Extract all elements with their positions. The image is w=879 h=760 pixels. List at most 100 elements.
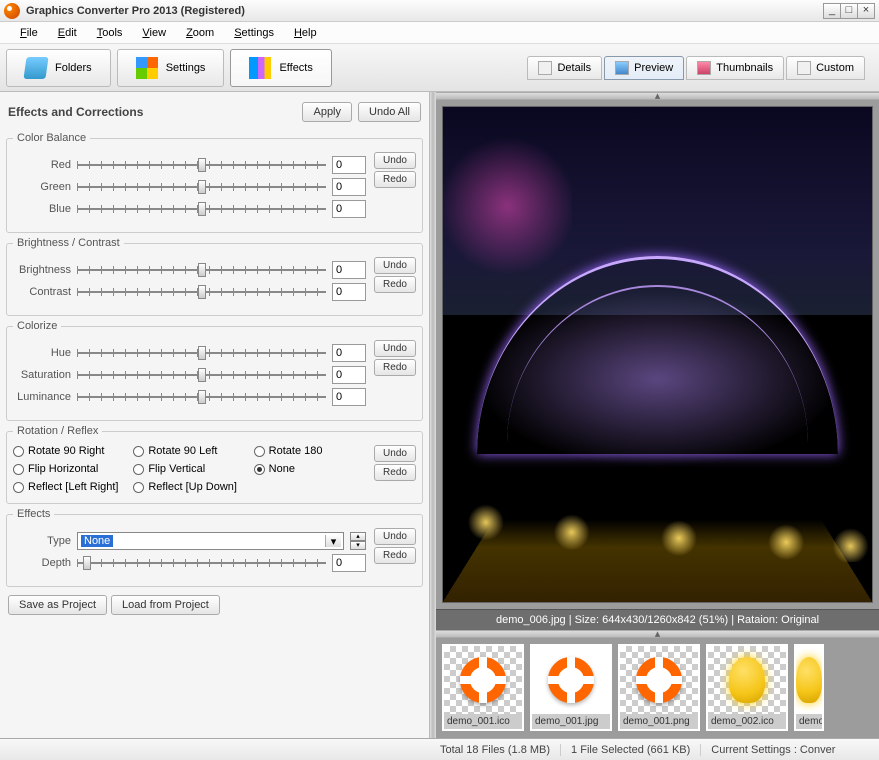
status-selected: 1 File Selected (661 KB) [561,744,701,756]
tab-folders[interactable]: Folders [6,49,111,87]
input-red[interactable] [332,156,366,174]
custom-icon [797,61,811,75]
label-luminance: Luminance [13,391,71,403]
menu-zoom[interactable]: Zoom [176,24,224,42]
settings-icon [136,57,158,79]
menu-help[interactable]: Help [284,24,327,42]
details-icon [538,61,552,75]
radio-flip-horizontal[interactable]: Flip Horizontal [13,463,125,475]
redo-rotation-button[interactable]: Redo [374,464,416,481]
group-color-balance: Color Balance Red Green Blue UndoRedo [6,132,423,233]
thumb-item[interactable]: demo_001.jpg [530,644,612,731]
panel-title: Effects and Corrections [8,105,296,119]
menu-tools[interactable]: Tools [87,24,133,42]
input-depth[interactable] [332,554,366,572]
thumb-item[interactable]: demo_002.ico [706,644,788,731]
undo-colorize-button[interactable]: Undo [374,340,416,357]
preview-image[interactable] [442,106,873,603]
radio-none[interactable]: None [254,463,366,475]
radio-reflect-lr[interactable]: Reflect [Left Right] [13,481,125,493]
save-project-button[interactable]: Save as Project [8,595,107,615]
rtab-thumbnails[interactable]: Thumbnails [686,56,784,80]
radio-reflect-ud[interactable]: Reflect [Up Down] [133,481,245,493]
input-hue[interactable] [332,344,366,362]
radio-flip-vertical[interactable]: Flip Vertical [133,463,245,475]
close-button[interactable]: × [857,3,875,19]
load-project-button[interactable]: Load from Project [111,595,220,615]
radio-rotate-90-right[interactable]: Rotate 90 Right [13,445,125,457]
thumb-item[interactable]: demo_ [794,644,824,731]
input-saturation[interactable] [332,366,366,384]
expander-mid[interactable]: ▴ [436,630,879,638]
slider-saturation[interactable] [77,366,326,384]
group-colorize: Colorize Hue Saturation Luminance UndoRe… [6,320,423,421]
slider-hue[interactable] [77,344,326,362]
title-bar: Graphics Converter Pro 2013 (Registered)… [0,0,879,22]
thumb-item[interactable]: demo_001.ico [442,644,524,731]
folder-icon [23,57,48,79]
menu-settings[interactable]: Settings [224,24,284,42]
undo-rotation-button[interactable]: Undo [374,445,416,462]
label-blue: Blue [13,203,71,215]
chevron-down-icon: ▾ [325,535,341,547]
status-settings: Current Settings : Conver [701,744,845,756]
slider-blue[interactable] [77,200,326,218]
slider-brightness[interactable] [77,261,326,279]
redo-bc-button[interactable]: Redo [374,276,416,293]
slider-red[interactable] [77,156,326,174]
window-title: Graphics Converter Pro 2013 (Registered) [26,5,245,17]
menu-view[interactable]: View [132,24,176,42]
status-total: Total 18 Files (1.8 MB) [430,744,561,756]
rtab-custom[interactable]: Custom [786,56,865,80]
undo-all-button[interactable]: Undo All [358,102,421,122]
redo-color-button[interactable]: Redo [374,171,416,188]
undo-effects-button[interactable]: Undo [374,528,416,545]
menu-file[interactable]: File [10,24,48,42]
group-rotation-reflex: Rotation / Reflex Rotate 90 Right Rotate… [6,425,423,504]
slider-depth[interactable] [77,554,326,572]
label-type: Type [13,535,71,547]
tab-settings[interactable]: Settings [117,49,225,87]
rtab-details[interactable]: Details [527,56,602,80]
undo-bc-button[interactable]: Undo [374,257,416,274]
input-luminance[interactable] [332,388,366,406]
slider-luminance[interactable] [77,388,326,406]
group-effects: Effects Type None▾ ▴▾ Depth UndoRedo [6,508,423,587]
stepper-effect[interactable]: ▴▾ [350,532,366,550]
input-blue[interactable] [332,200,366,218]
select-effect-type[interactable]: None▾ [77,532,344,550]
main-toolbar: Folders Settings Effects Details Preview… [0,44,879,92]
preview-icon [615,61,629,75]
expander-top[interactable]: ▴ [436,92,879,100]
slider-green[interactable] [77,178,326,196]
effects-icon [249,57,271,79]
group-brightness-contrast: Brightness / Contrast Brightness Contras… [6,237,423,316]
label-brightness: Brightness [13,264,71,276]
tab-effects[interactable]: Effects [230,49,331,87]
menu-edit[interactable]: Edit [48,24,87,42]
preview-pane: ▴ demo_006.jpg | Size: 644x430/1260x842 … [436,92,879,738]
input-brightness[interactable] [332,261,366,279]
thumb-item[interactable]: demo_001.png [618,644,700,731]
slider-contrast[interactable] [77,283,326,301]
rtab-preview[interactable]: Preview [604,56,684,80]
minimize-button[interactable]: _ [823,3,841,19]
effects-panel: Effects and Corrections Apply Undo All C… [0,92,430,738]
thumbnail-strip: demo_001.ico demo_001.jpg demo_001.png d… [436,638,879,738]
thumbnails-icon [697,61,711,75]
menu-bar: File Edit Tools View Zoom Settings Help [0,22,879,44]
label-saturation: Saturation [13,369,71,381]
radio-rotate-180[interactable]: Rotate 180 [254,445,366,457]
redo-colorize-button[interactable]: Redo [374,359,416,376]
label-contrast: Contrast [13,286,71,298]
app-icon [4,3,20,19]
preview-caption: demo_006.jpg | Size: 644x430/1260x842 (5… [436,609,879,630]
input-green[interactable] [332,178,366,196]
input-contrast[interactable] [332,283,366,301]
maximize-button[interactable]: □ [840,3,858,19]
label-hue: Hue [13,347,71,359]
redo-effects-button[interactable]: Redo [374,547,416,564]
radio-rotate-90-left[interactable]: Rotate 90 Left [133,445,245,457]
undo-color-button[interactable]: Undo [374,152,416,169]
apply-button[interactable]: Apply [302,102,352,122]
